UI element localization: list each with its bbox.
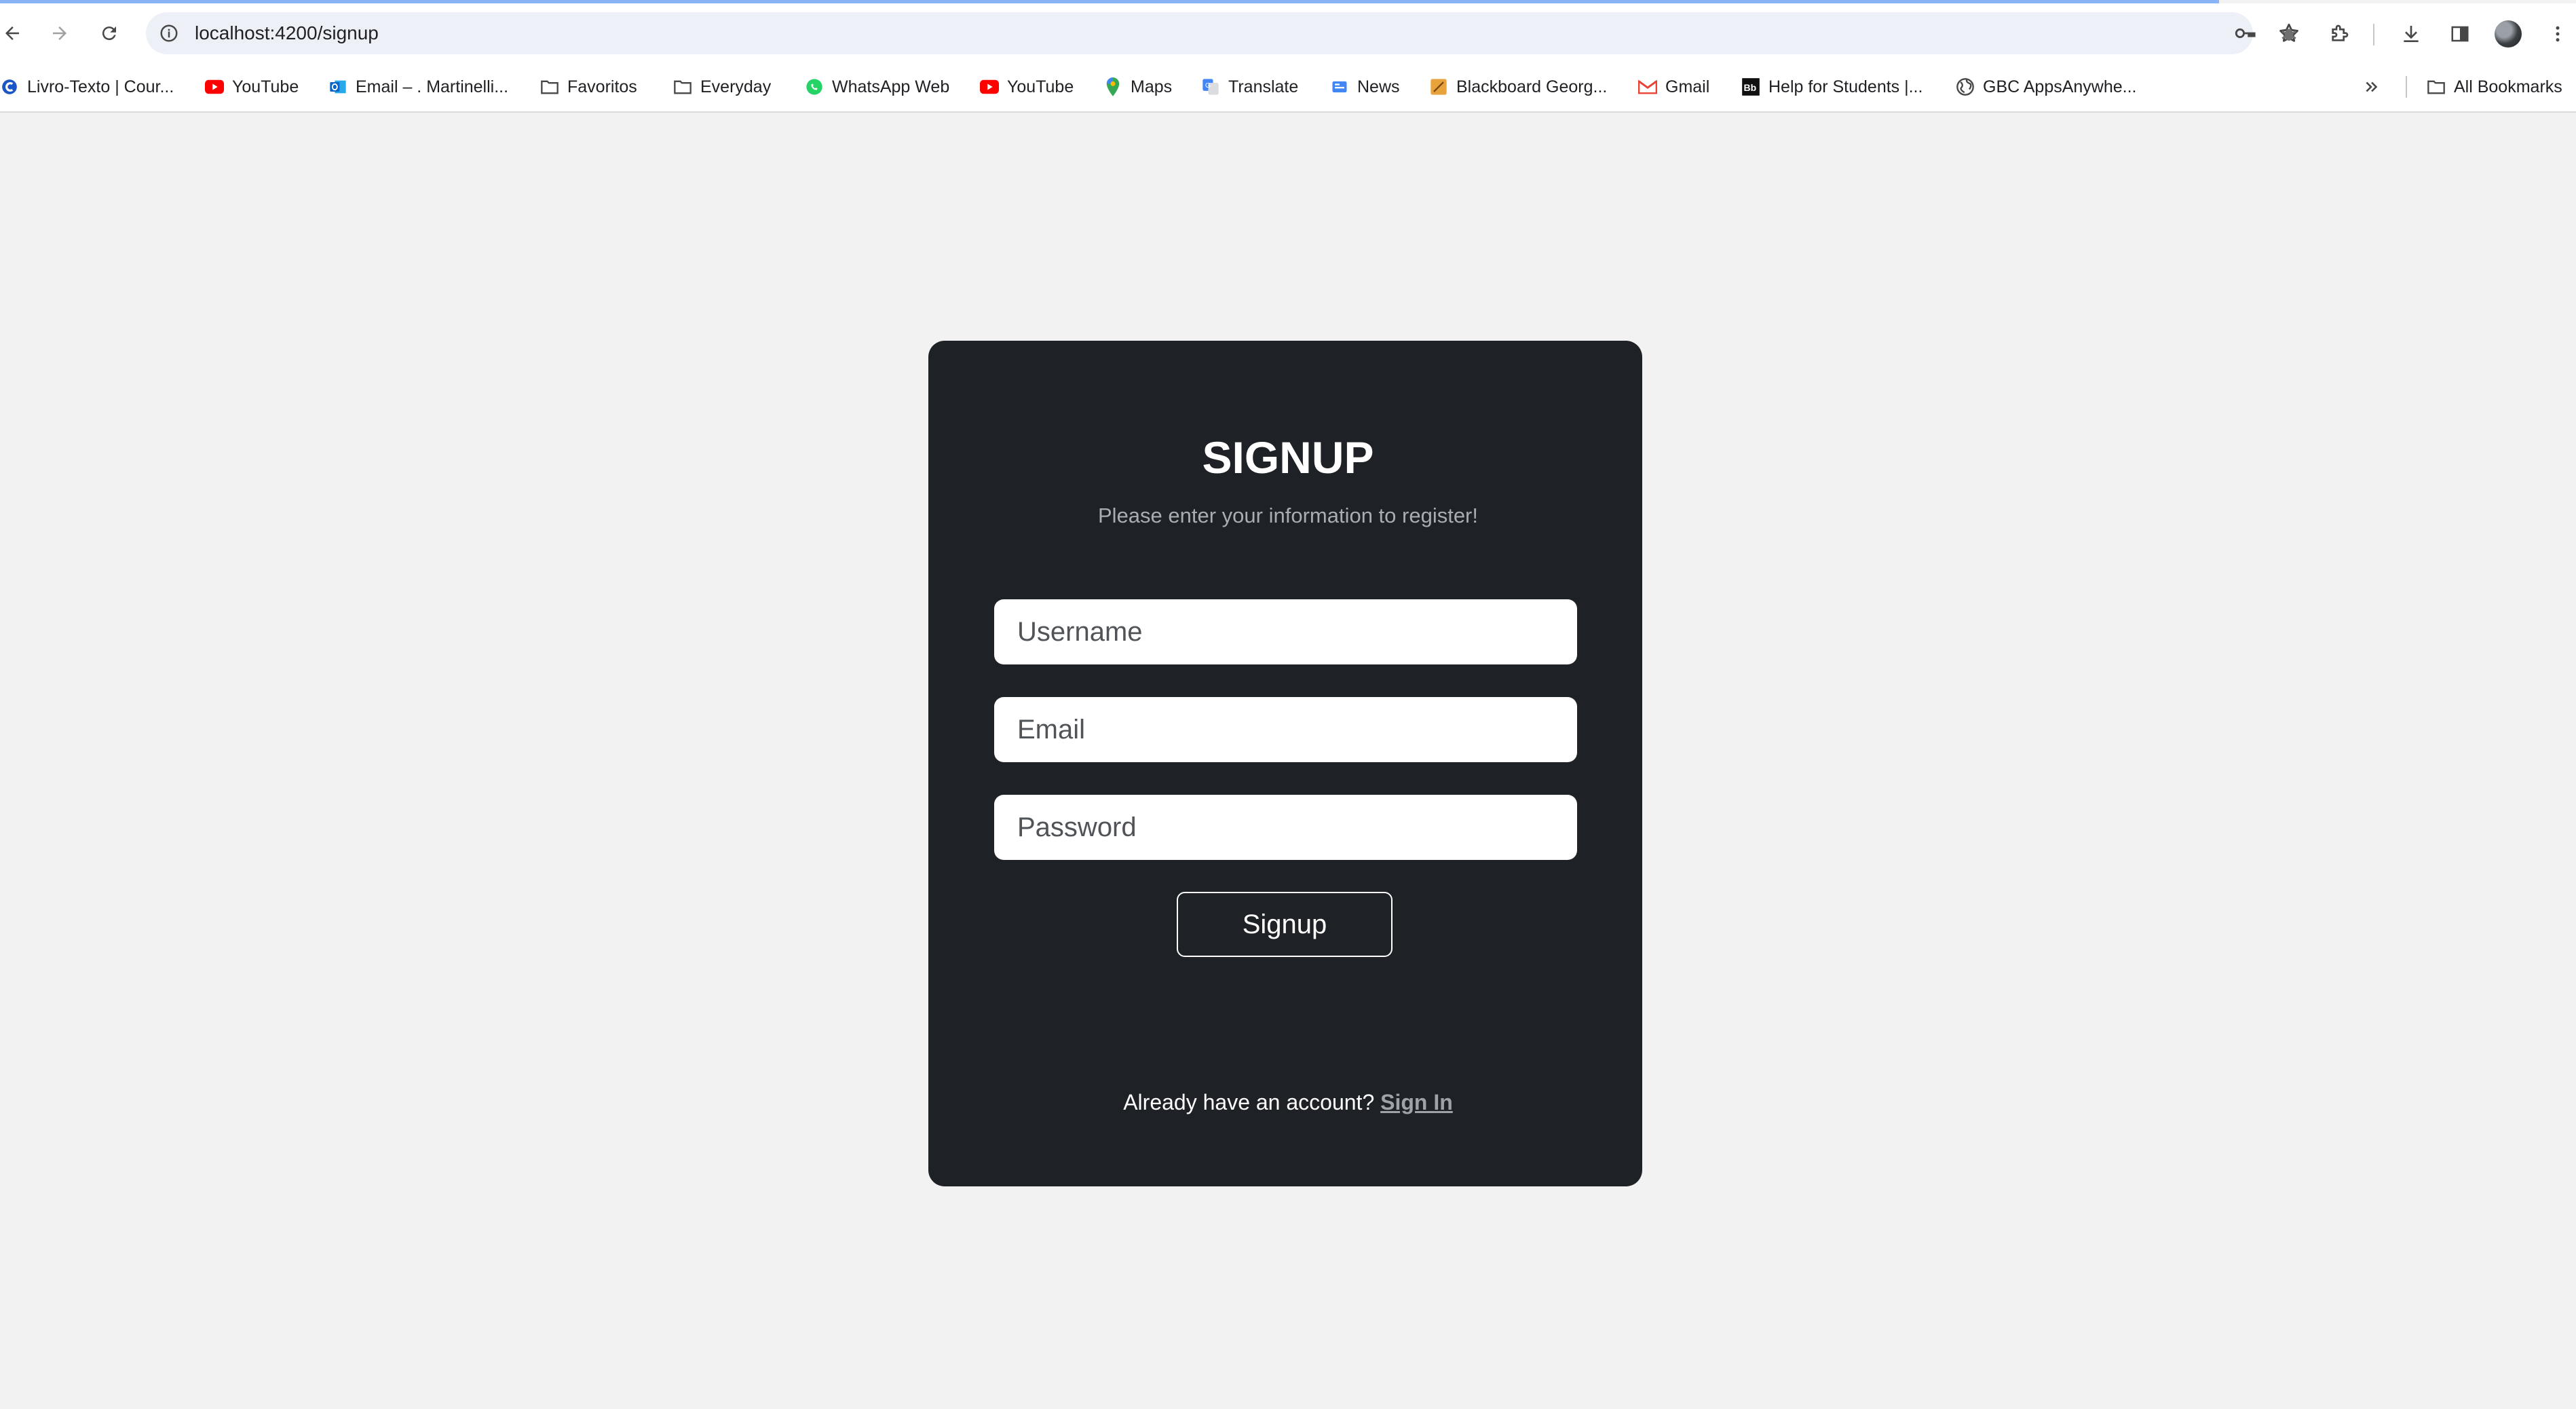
bookmark-label: Email – . Martinelli... — [356, 77, 509, 96]
url-text[interactable]: localhost:4200/signup — [195, 12, 379, 54]
bookmark-label: YouTube — [232, 77, 299, 96]
bookmarks-divider — [2406, 76, 2407, 98]
signin-prompt: Already have an account? Sign In — [0, 1090, 2576, 1115]
bookmark-item[interactable]: G Translate — [1201, 62, 1298, 111]
bookmarks-bar: Livro-Texto | Cour... YouTube Email – . … — [0, 62, 2576, 113]
all-bookmarks-label: All Bookmarks — [2454, 77, 2562, 96]
password-input[interactable] — [994, 795, 1577, 860]
blackboard-icon — [1429, 77, 1448, 96]
c-logo-icon — [0, 77, 19, 96]
password-key-icon[interactable] — [2231, 20, 2258, 47]
svg-text:Bb: Bb — [1744, 82, 1757, 93]
translate-icon: G — [1201, 77, 1220, 96]
bookmark-label: Livro-Texto | Cour... — [27, 77, 174, 96]
bookmark-folder[interactable]: Everyday — [673, 62, 771, 111]
folder-icon — [2427, 77, 2446, 96]
side-panel-icon[interactable] — [2446, 20, 2474, 48]
bookmark-item[interactable]: Maps — [1103, 62, 1172, 111]
email-input[interactable] — [994, 697, 1577, 762]
bookmark-item[interactable]: Gmail — [1638, 62, 1709, 111]
bookmark-label: Favoritos — [567, 77, 637, 96]
bookmark-item[interactable]: News — [1330, 62, 1400, 111]
signin-link[interactable]: Sign In — [1380, 1090, 1453, 1114]
more-menu-icon[interactable] — [2543, 20, 2572, 48]
bookmark-label: Gmail — [1665, 77, 1710, 96]
outlook-icon — [328, 77, 347, 96]
gmail-icon — [1638, 77, 1657, 96]
signin-prompt-text: Already have an account? — [1123, 1090, 1375, 1114]
all-bookmarks-folder[interactable]: All Bookmarks — [2427, 62, 2562, 111]
forward-button[interactable] — [39, 13, 80, 54]
downloads-icon[interactable] — [2397, 20, 2425, 48]
site-info-icon[interactable] — [155, 20, 183, 47]
bookmark-label: Everyday — [700, 77, 772, 96]
youtube-icon — [980, 77, 999, 96]
bookmark-item[interactable]: Email – . Martinelli... — [328, 62, 508, 111]
signup-button[interactable]: Signup — [1177, 892, 1393, 957]
arrow-right-icon — [53, 26, 67, 40]
bb-icon: Bb — [1741, 77, 1760, 96]
back-button[interactable] — [0, 13, 33, 54]
bookmark-label: Blackboard Georg... — [1456, 77, 1608, 96]
bug-extension-icon[interactable] — [2275, 20, 2303, 48]
bookmarks-overflow-button[interactable] — [2363, 62, 2381, 111]
bookmark-item[interactable]: Bb Help for Students |... — [1741, 62, 1922, 111]
page-title: SIGNUP — [1202, 432, 1374, 483]
bookmark-label: News — [1357, 77, 1400, 96]
bookmark-label: WhatsApp Web — [832, 77, 950, 96]
page-subtitle: Please enter your information to registe… — [1098, 504, 1478, 527]
browser-toolbar: localhost:4200/signup — [0, 3, 2576, 62]
folder-icon — [673, 77, 692, 96]
bookmark-label: YouTube — [1007, 77, 1074, 96]
toolbar-divider — [2373, 24, 2374, 45]
bookmark-label: Help for Students |... — [1768, 77, 1923, 96]
news-icon — [1330, 77, 1349, 96]
bookmark-item[interactable]: WhatsApp Web — [805, 62, 949, 111]
bookmark-label: Maps — [1131, 77, 1173, 96]
bookmark-item[interactable]: GBC AppsAnywhe... — [1956, 62, 2137, 111]
whatsapp-icon — [805, 77, 824, 96]
folder-icon — [540, 77, 559, 96]
bookmark-item[interactable]: Livro-Texto | Cour... — [0, 62, 174, 111]
bookmark-item[interactable]: YouTube — [205, 62, 299, 111]
address-bar[interactable]: localhost:4200/signup — [146, 12, 2298, 54]
reload-button[interactable] — [89, 13, 130, 54]
youtube-icon — [205, 77, 224, 96]
profile-avatar[interactable] — [2495, 20, 2522, 48]
arrow-left-icon — [5, 26, 19, 40]
bookmark-folder[interactable]: Favoritos — [540, 62, 637, 111]
double-chevron-right-icon — [2366, 81, 2378, 92]
maps-icon — [1103, 77, 1122, 96]
puzzle-extensions-icon[interactable] — [2325, 20, 2353, 48]
svg-text:G: G — [1205, 81, 1211, 90]
globe-icon — [1956, 77, 1975, 96]
bookmark-label: GBC AppsAnywhe... — [1983, 77, 2137, 96]
bookmark-item[interactable]: Blackboard Georg... — [1429, 62, 1607, 111]
username-input[interactable] — [994, 599, 1577, 664]
bookmark-label: Translate — [1228, 77, 1299, 96]
reload-icon — [102, 26, 116, 41]
bookmark-item[interactable]: YouTube — [980, 62, 1074, 111]
